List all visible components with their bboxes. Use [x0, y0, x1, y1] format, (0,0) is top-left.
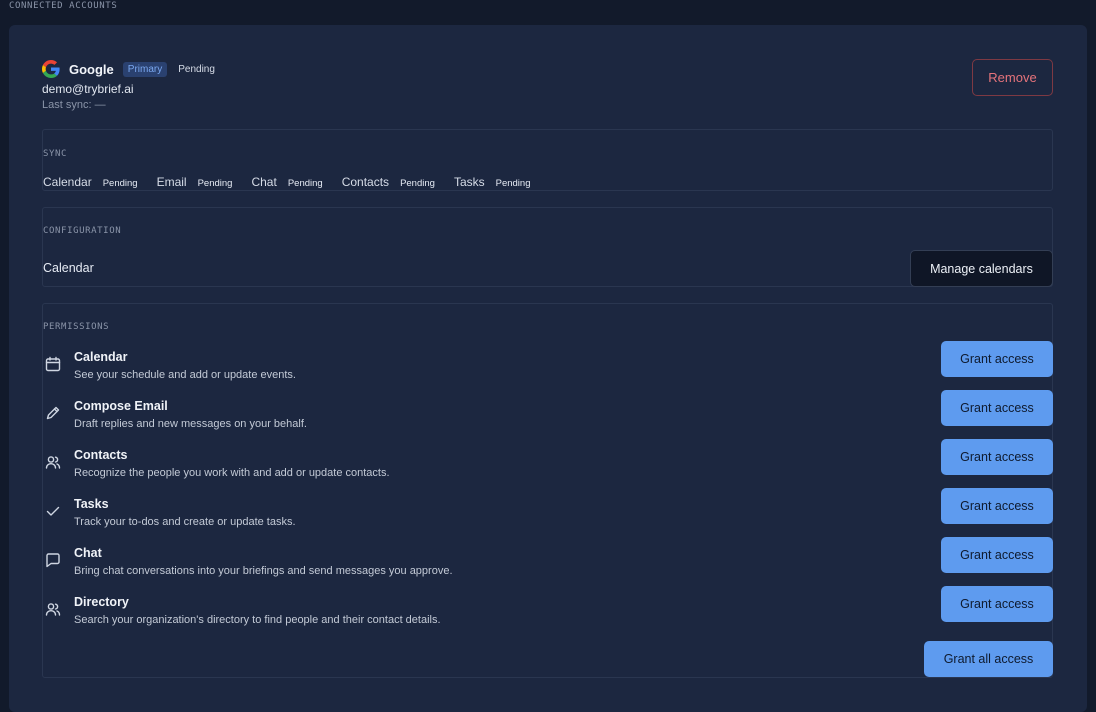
permission-title: Contacts: [74, 448, 128, 462]
account-header: Google Primary Pending demo@trybrief.ai …: [42, 59, 215, 111]
sync-item-contacts: Contacts Pending: [342, 175, 435, 189]
sync-item-name: Calendar: [43, 175, 92, 189]
permission-description: See your schedule and add or update even…: [74, 369, 296, 381]
permissions-heading: PERMISSIONS: [43, 322, 110, 332]
remove-button[interactable]: Remove: [972, 59, 1053, 96]
sync-item-name: Contacts: [341, 175, 390, 189]
sync-item-status: Pending: [287, 178, 323, 189]
grant-access-button-compose-email[interactable]: Grant access: [941, 390, 1053, 426]
configuration-heading: CONFIGURATION: [43, 226, 122, 236]
grant-all-access-button[interactable]: Grant all access: [924, 641, 1053, 677]
permission-calendar: Calendar See your schedule and add or up…: [43, 341, 1054, 386]
permission-title: Chat: [74, 546, 102, 560]
permission-description: Bring chat conversations into your brief…: [74, 565, 453, 577]
status-badge: Pending: [178, 63, 215, 75]
permission-chat: Chat Bring chat conversations into your …: [43, 537, 1054, 582]
primary-badge: Primary: [122, 61, 168, 77]
permission-description: Search your organization's directory to …: [74, 614, 441, 626]
calendar-icon: [45, 356, 61, 372]
configuration-panel: CONFIGURATION Calendar Manage calendars: [42, 207, 1053, 287]
permission-compose-email: Compose Email Draft replies and new mess…: [43, 390, 1054, 435]
configuration-calendar-label: Calendar: [43, 261, 94, 275]
sync-item-email: Email Pending: [157, 175, 233, 189]
manage-calendars-button[interactable]: Manage calendars: [910, 250, 1053, 287]
grant-access-button-contacts[interactable]: Grant access: [941, 439, 1053, 475]
sync-item-name: Tasks: [453, 175, 485, 189]
users-icon: [45, 603, 61, 616]
permissions-panel: PERMISSIONS Calendar See your schedule a…: [42, 303, 1053, 678]
sync-item-chat: Chat Pending: [251, 175, 322, 189]
sync-item-name: Email: [156, 175, 187, 189]
permission-description: Draft replies and new messages on your b…: [74, 418, 307, 430]
sync-item-tasks: Tasks Pending: [454, 175, 531, 189]
check-icon: [46, 506, 60, 516]
google-logo-icon: [42, 60, 60, 78]
sync-panel: SYNC Calendar Pending Email Pending Chat…: [42, 129, 1053, 191]
sync-item-status: Pending: [495, 178, 531, 189]
permission-description: Track your to-dos and create or update t…: [74, 516, 296, 528]
grant-access-button-calendar[interactable]: Grant access: [941, 341, 1053, 377]
permission-title: Tasks: [74, 497, 109, 511]
sync-item-status: Pending: [102, 178, 138, 189]
chat-bubble-icon: [46, 553, 60, 568]
last-sync: Last sync: —: [42, 99, 106, 111]
permission-description: Recognize the people you work with and a…: [74, 467, 390, 479]
section-heading: CONNECTED ACCOUNTS: [9, 1, 118, 11]
permission-title: Compose Email: [74, 399, 168, 413]
permission-contacts: Contacts Recognize the people you work w…: [43, 439, 1054, 484]
sync-heading: SYNC: [43, 149, 68, 159]
permission-title: Directory: [74, 595, 129, 609]
grant-access-button-chat[interactable]: Grant access: [941, 537, 1053, 573]
sync-list: Calendar Pending Email Pending Chat Pend…: [43, 175, 550, 189]
permission-tasks: Tasks Track your to-dos and create or up…: [43, 488, 1054, 533]
permission-title: Calendar: [74, 350, 128, 364]
sync-item-status: Pending: [400, 178, 435, 189]
users-icon: [45, 456, 61, 469]
grant-access-button-directory[interactable]: Grant access: [941, 586, 1053, 622]
pencil-icon: [46, 406, 60, 420]
grant-access-button-tasks[interactable]: Grant access: [941, 488, 1053, 524]
provider-name: Google: [69, 61, 114, 77]
sync-item-calendar: Calendar Pending: [43, 175, 138, 189]
account-email: demo@trybrief.ai: [42, 82, 134, 96]
permission-directory: Directory Search your organization's dir…: [43, 586, 1054, 631]
sync-item-status: Pending: [197, 178, 233, 189]
sync-item-name: Chat: [251, 175, 277, 189]
